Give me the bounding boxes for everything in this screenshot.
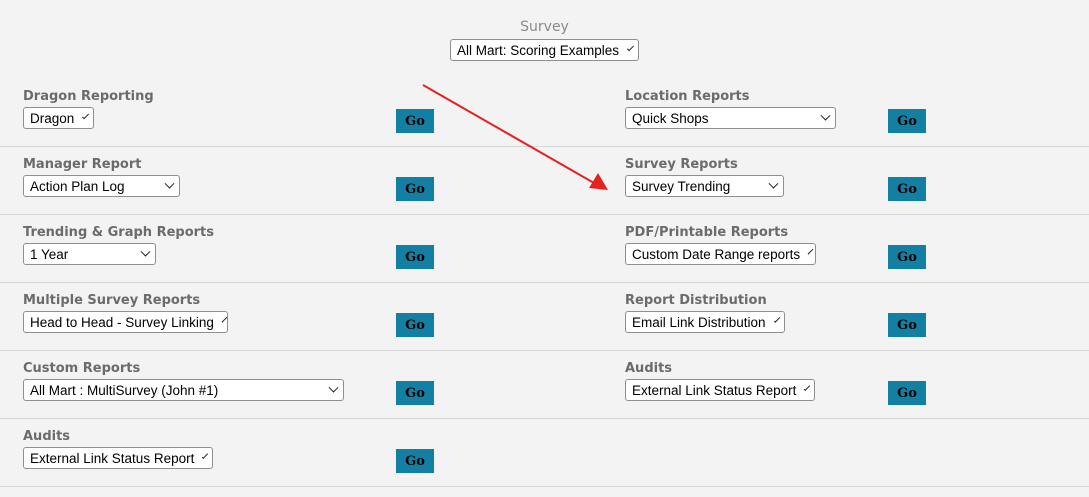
chevron-down-icon [221,316,228,322]
go-button[interactable]: Go [888,313,926,337]
report-label: PDF/Printable Reports [625,225,789,240]
report-select-value: Survey Trending [632,178,731,194]
report-label: Report Distribution [625,293,767,308]
report-row: Audits External Link Status Report Go [0,419,1089,487]
report-label: Multiple Survey Reports [23,293,201,308]
report-row: Multiple Survey Reports Head to Head - S… [0,283,1089,351]
go-button[interactable]: Go [396,177,434,201]
report-select[interactable]: Email Link Distribution [625,311,785,333]
chevron-down-icon [768,178,779,189]
go-button[interactable]: Go [888,109,926,133]
report-row: Manager Report Action Plan Log Go Survey… [0,147,1089,215]
chevron-down-icon [820,110,831,121]
report-select[interactable]: Dragon [23,107,94,129]
report-select-value: All Mart : MultiSurvey (John #1) [30,382,219,398]
report-select-value: Email Link Distribution [632,314,766,330]
chevron-down-icon [82,111,90,119]
report-select-value: 1 Year [30,246,69,262]
report-select[interactable]: Custom Date Range reports [625,243,816,265]
report-select[interactable]: 1 Year [23,243,156,265]
report-row: Custom Reports All Mart : MultiSurvey (J… [0,351,1089,419]
report-label: Custom Reports [23,361,141,376]
chevron-down-icon [804,384,811,391]
report-label: Audits [625,361,673,376]
go-button[interactable]: Go [888,177,926,201]
survey-header: Survey All Mart: Scoring Examples [0,18,1089,61]
go-button[interactable]: Go [396,313,434,337]
report-label: Survey Reports [625,157,738,172]
report-select[interactable]: Head to Head - Survey Linking [23,311,228,333]
report-label: Audits [23,429,71,444]
survey-select[interactable]: All Mart: Scoring Examples [450,39,639,61]
go-button[interactable]: Go [888,381,926,405]
go-button[interactable]: Go [396,245,434,269]
report-select-value: Dragon [30,110,75,126]
report-label: Trending & Graph Reports [23,225,215,240]
survey-select-value: All Mart: Scoring Examples [457,42,620,58]
report-label: Dragon Reporting [23,89,154,104]
report-select-value: Custom Date Range reports [632,246,801,262]
report-label: Manager Report [23,157,142,172]
chevron-down-icon [807,248,814,254]
go-button[interactable]: Go [396,381,434,405]
report-label: Location Reports [625,89,750,104]
chevron-down-icon [202,452,209,459]
report-select-value: External Link Status Report [632,382,797,398]
chevron-down-icon [140,246,151,257]
chevron-down-icon [328,382,339,393]
report-select-value: Action Plan Log [30,178,125,194]
report-select[interactable]: Quick Shops [625,107,836,129]
report-select-value: External Link Status Report [30,450,195,466]
report-select[interactable]: All Mart : MultiSurvey (John #1) [23,379,344,401]
report-select[interactable]: Survey Trending [625,175,784,197]
report-select[interactable]: Action Plan Log [23,175,180,197]
survey-label: Survey [520,19,569,35]
chevron-down-icon [164,178,175,189]
chevron-down-icon [627,43,635,51]
report-select[interactable]: External Link Status Report [23,447,213,469]
report-select[interactable]: External Link Status Report [625,379,815,401]
chevron-down-icon [773,315,781,323]
report-select-value: Quick Shops [632,110,709,126]
report-select-value: Head to Head - Survey Linking [30,314,214,330]
go-button[interactable]: Go [396,449,434,473]
go-button[interactable]: Go [888,245,926,269]
report-row: Trending & Graph Reports 1 Year Go PDF/P… [0,215,1089,283]
go-button[interactable]: Go [396,109,434,133]
report-row: Dragon Reporting Dragon Go Location Repo… [0,79,1089,147]
